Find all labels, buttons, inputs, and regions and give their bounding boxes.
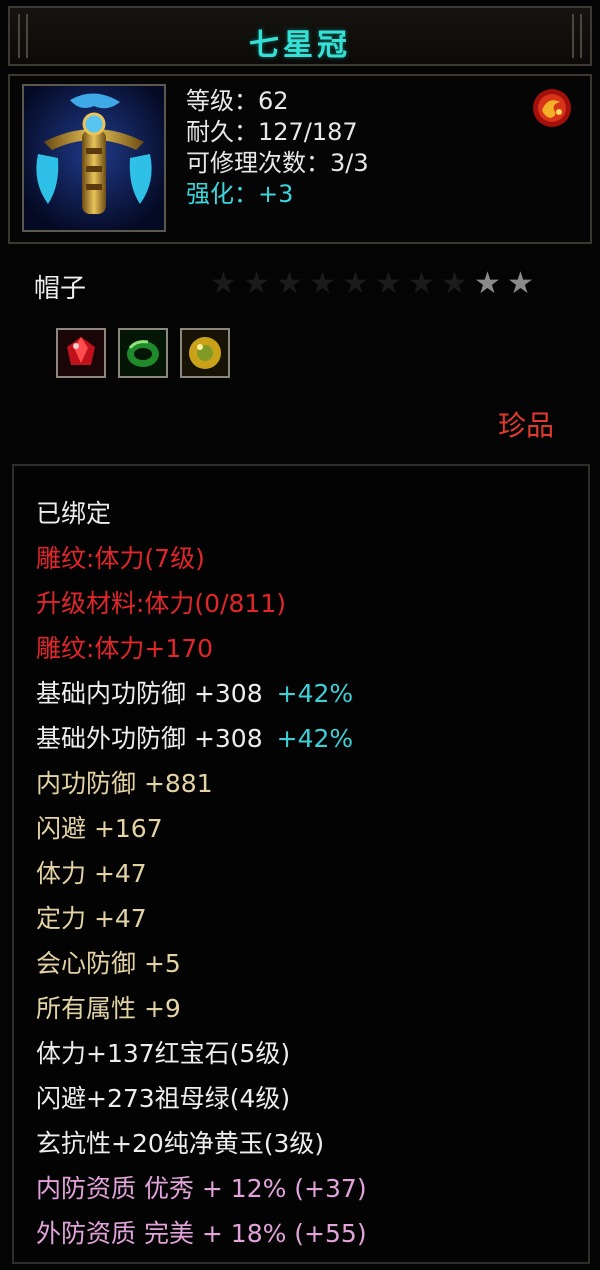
- attribute-text: 内功防御 +881: [36, 769, 213, 798]
- attribute-text: 已绑定: [36, 499, 112, 528]
- attribute-row: 雕纹:体力(7级): [36, 539, 367, 584]
- repair-count-stat: 可修理次数：3/3: [186, 149, 369, 177]
- ruby-gem-icon[interactable]: [56, 328, 106, 378]
- attribute-row: 闪避 +167: [36, 809, 367, 854]
- attribute-text: 基础外功防御 +308: [36, 724, 263, 753]
- attribute-text: 升级材料:体力(0/811): [36, 589, 286, 618]
- item-header: 等级：62 耐久：127/187 可修理次数：3/3 强化：+3: [8, 74, 592, 244]
- star-empty-icon: ★: [441, 266, 468, 301]
- attribute-row: 内功防御 +881: [36, 764, 367, 809]
- attribute-row: 体力+137红宝石(5级): [36, 1034, 367, 1079]
- attribute-row: 外防资质 完美 + 18% (+55): [36, 1214, 367, 1259]
- attribute-text: 内防资质 优秀 + 12% (+37): [36, 1174, 367, 1203]
- attribute-row: 内防资质 优秀 + 12% (+37): [36, 1169, 367, 1214]
- attribute-text: 体力 +47: [36, 859, 147, 888]
- yellow-jade-gem-icon[interactable]: [180, 328, 230, 378]
- attributes-panel: 已绑定雕纹:体力(7级) 升级材料:体力(0/811) 雕纹:体力+170 基础内功防…: [12, 464, 590, 1264]
- attribute-text: 定力 +47: [36, 904, 147, 933]
- rarity-label: 珍品: [497, 409, 554, 442]
- attribute-row: 所有属性 +9: [36, 989, 367, 1034]
- star-empty-icon: ★: [408, 266, 435, 301]
- enhance-stat: 强化：+3: [186, 180, 294, 208]
- item-type: 帽子: [34, 274, 87, 304]
- attribute-bonus: +42%: [276, 724, 354, 753]
- star-empty-icon: ★: [276, 266, 303, 301]
- attribute-row: 基础内功防御 +308 +42%: [36, 674, 367, 719]
- attribute-text: 雕纹:体力(7级): [36, 544, 205, 573]
- star-empty-icon: ★: [375, 266, 402, 301]
- attribute-text: 闪避+273祖母绿(4级): [36, 1084, 291, 1113]
- attribute-row: 基础外功防御 +308 +42%: [36, 719, 367, 764]
- star-filled-icon: ★: [507, 266, 534, 301]
- crown-icon: [22, 84, 166, 232]
- attribute-text: 玄抗性+20纯净黄玉(3级): [36, 1129, 325, 1158]
- attribute-list: 已绑定雕纹:体力(7级) 升级材料:体力(0/811) 雕纹:体力+170 基础内功防…: [36, 494, 367, 1259]
- emerald-gem-icon[interactable]: [118, 328, 168, 378]
- item-stats: 等级：62 耐久：127/187 可修理次数：3/3 强化：+3: [186, 86, 369, 210]
- durability-stat: 耐久：127/187: [186, 118, 358, 146]
- star-empty-icon: ★: [342, 266, 369, 301]
- dragon-seal-icon: [530, 86, 574, 130]
- item-name: 七星冠: [249, 28, 351, 63]
- attribute-row: 玄抗性+20纯净黄玉(3级): [36, 1124, 367, 1169]
- star-filled-icon: ★: [474, 266, 501, 301]
- star-empty-icon: ★: [210, 266, 237, 301]
- attribute-row: 雕纹:体力+170: [36, 629, 367, 674]
- attribute-text: 所有属性 +9: [36, 994, 181, 1023]
- attribute-row: 升级材料:体力(0/811): [36, 584, 367, 629]
- item-tooltip: 七星冠 等级：62 耐久：127/187 可修理次数：3/3 强化：+3 帽子 …: [0, 0, 600, 1270]
- attribute-text: 基础内功防御 +308: [36, 679, 263, 708]
- attribute-row: 闪避+273祖母绿(4级): [36, 1079, 367, 1124]
- attribute-row: 会心防御 +5: [36, 944, 367, 989]
- attribute-row: 定力 +47: [36, 899, 367, 944]
- attribute-text: 会心防御 +5: [36, 949, 181, 978]
- attribute-text: 外防资质 完美 + 18% (+55): [36, 1219, 367, 1248]
- attribute-bonus: +42%: [276, 679, 354, 708]
- attribute-row: 已绑定: [36, 494, 367, 539]
- attribute-text: 闪避 +167: [36, 814, 163, 843]
- attribute-row: 体力 +47: [36, 854, 367, 899]
- title-bar: 七星冠: [8, 6, 592, 66]
- level-stat: 等级：62: [186, 87, 289, 115]
- star-empty-icon: ★: [309, 266, 336, 301]
- attribute-text: 体力+137红宝石(5级): [36, 1039, 291, 1068]
- attribute-text: 雕纹:体力+170: [36, 634, 214, 663]
- star-empty-icon: ★: [243, 266, 270, 301]
